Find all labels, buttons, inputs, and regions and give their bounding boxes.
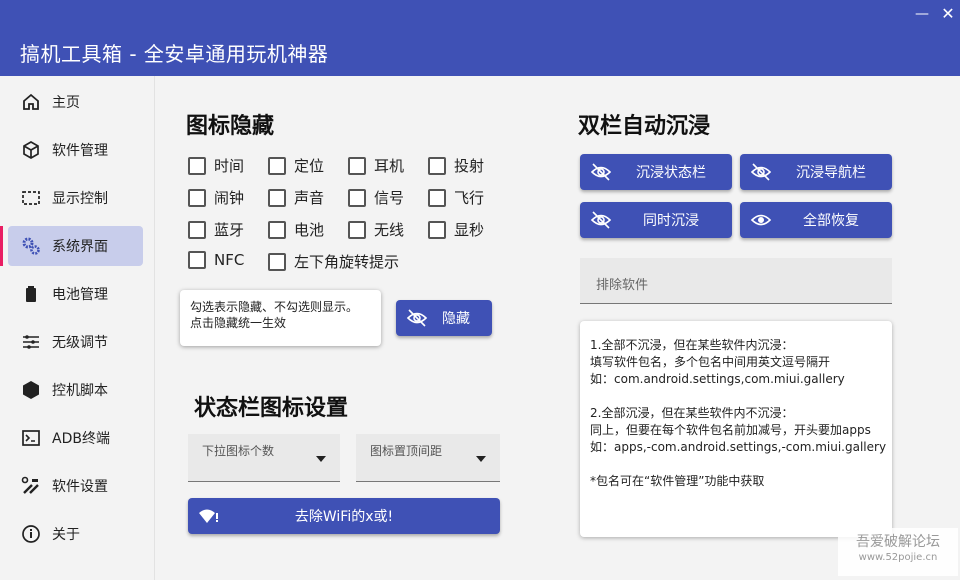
checkbox-battery[interactable]: 电池 — [268, 219, 324, 240]
checkbox-headset[interactable]: 耳机 — [348, 155, 404, 176]
note-line: 2.全部沉浸，但在某些软件内不沉浸： — [590, 406, 794, 420]
sidebar-item-stepless[interactable]: 无级调节 — [8, 322, 143, 362]
sidebar-item-home[interactable]: 主页 — [8, 82, 143, 122]
note-line: 如：apps,-com.android.settings,-com.miui.g… — [590, 440, 887, 454]
watermark: 吾爱破解论坛 www.52pojie.cn — [838, 528, 958, 576]
sidebar-item-label: 电池管理 — [52, 287, 108, 303]
window-title: 搞机工具箱 - 全安卓通用玩机神器 — [20, 42, 329, 66]
sidebar-item-label: 主页 — [52, 95, 80, 111]
sidebar-item-adb[interactable]: ADB终端 — [8, 418, 143, 458]
sidebar-item-label: 软件管理 — [52, 143, 108, 159]
note-line: 1.全部不沉浸，但在某些软件内沉浸： — [590, 338, 794, 352]
immerse-both-button[interactable]: 同时沉浸 — [580, 202, 732, 238]
checkbox-seconds[interactable]: 显秒 — [428, 219, 484, 240]
sidebar-item-about[interactable]: 关于 — [8, 514, 143, 554]
tip-line: 点击隐藏统一生效 — [190, 316, 287, 330]
info-icon — [20, 523, 42, 545]
note-line: 同上，但要在每个软件包名前加减号，开头要加apps — [590, 423, 871, 437]
eye-off-icon — [590, 210, 612, 230]
dropdown-icon-top-spacing[interactable]: 图标置顶间距 — [356, 434, 500, 482]
close-button[interactable]: ✕ — [938, 6, 958, 22]
hexagon-icon — [20, 379, 42, 401]
home-icon — [20, 91, 42, 113]
cube-icon — [20, 139, 42, 161]
note-line: 填写软件包名，多个包名中间用英文逗号隔开 — [590, 355, 831, 369]
sidebar-item-software[interactable]: 软件管理 — [8, 130, 143, 170]
eye-off-icon — [750, 162, 772, 182]
note-line: *包名可在“软件管理”功能中获取 — [590, 474, 765, 488]
sidebar-item-label: 控机脚本 — [52, 383, 108, 399]
wifi-alert-icon — [198, 506, 220, 526]
hide-tip-card: 勾选表示隐藏、不勾选则显示。 点击隐藏统一生效 — [180, 290, 381, 346]
dropdown-icon-count[interactable]: 下拉图标个数 — [188, 434, 340, 482]
checkbox-alarm[interactable]: 闹钟 — [188, 187, 244, 208]
immersive-notes: 1.全部不沉浸，但在某些软件内沉浸： 填写软件包名，多个包名中间用英文逗号隔开 … — [580, 321, 892, 537]
sidebar-item-label: 系统界面 — [52, 239, 108, 255]
chevron-down-icon — [316, 456, 326, 462]
checkbox-cast[interactable]: 投射 — [428, 155, 484, 176]
chevron-down-icon — [476, 456, 486, 462]
checkbox-signal[interactable]: 信号 — [348, 187, 404, 208]
checkbox-nfc[interactable]: NFC — [188, 251, 244, 269]
tip-line: 勾选表示隐藏、不勾选则显示。 — [190, 300, 359, 314]
sidebar-item-battery[interactable]: 电池管理 — [8, 274, 143, 314]
sidebar: 主页 软件管理 显示控制 系统界面 电池管理 无级调节 控机脚本 ADB终端 软… — [0, 76, 155, 580]
eye-off-icon — [590, 162, 612, 182]
note-line: 如：com.android.settings,com.miui.gallery — [590, 372, 845, 386]
sidebar-item-display[interactable]: 显示控制 — [8, 178, 143, 218]
restore-all-button[interactable]: 全部恢复 — [740, 202, 892, 238]
eye-off-icon — [406, 308, 428, 328]
remove-wifi-x-button[interactable]: 去除WiFi的x或! — [188, 498, 500, 534]
battery-icon — [20, 283, 42, 305]
checkbox-bluetooth[interactable]: 蓝牙 — [188, 219, 244, 240]
minimize-button[interactable]: — — [912, 6, 932, 22]
checkbox-sound[interactable]: 声音 — [268, 187, 324, 208]
tools-icon — [20, 475, 42, 497]
icon-hide-title: 图标隐藏 — [186, 114, 275, 139]
sliders-icon — [20, 331, 42, 353]
immerse-navbar-button[interactable]: 沉浸导航栏 — [740, 154, 892, 190]
immersive-title: 双栏自动沉浸 — [578, 114, 711, 139]
exclude-apps-input[interactable]: 排除软件 — [580, 258, 892, 304]
sidebar-item-script[interactable]: 控机脚本 — [8, 370, 143, 410]
checkbox-airplane[interactable]: 飞行 — [428, 187, 484, 208]
screen-frame-icon — [20, 187, 42, 209]
sidebar-item-system-ui[interactable]: 系统界面 — [0, 226, 143, 266]
sidebar-item-label: ADB终端 — [52, 431, 110, 447]
checkbox-location[interactable]: 定位 — [268, 155, 324, 176]
checkbox-wifi[interactable]: 无线 — [348, 219, 404, 240]
sidebar-item-label: 显示控制 — [52, 191, 108, 207]
checkbox-time[interactable]: 时间 — [188, 155, 244, 176]
title-bar: 搞机工具箱 - 全安卓通用玩机神器 — ✕ — [0, 0, 960, 76]
sidebar-item-label: 无级调节 — [52, 335, 108, 351]
eye-icon — [750, 210, 772, 230]
hide-button[interactable]: 隐藏 — [396, 300, 492, 336]
immerse-statusbar-button[interactable]: 沉浸状态栏 — [580, 154, 732, 190]
main-content: 图标隐藏 时间 定位 耳机 投射 闹钟 声音 信号 飞行 蓝牙 电池 无线 显秒… — [156, 76, 960, 580]
terminal-icon — [20, 427, 42, 449]
sidebar-item-settings[interactable]: 软件设置 — [8, 466, 143, 506]
checkbox-rotation-hint[interactable]: 左下角旋转提示 — [268, 251, 399, 272]
sidebar-item-label: 软件设置 — [52, 479, 108, 495]
sidebar-item-label: 关于 — [52, 527, 80, 543]
gears-icon — [20, 235, 42, 257]
statusbar-settings-title: 状态栏图标设置 — [194, 396, 349, 421]
